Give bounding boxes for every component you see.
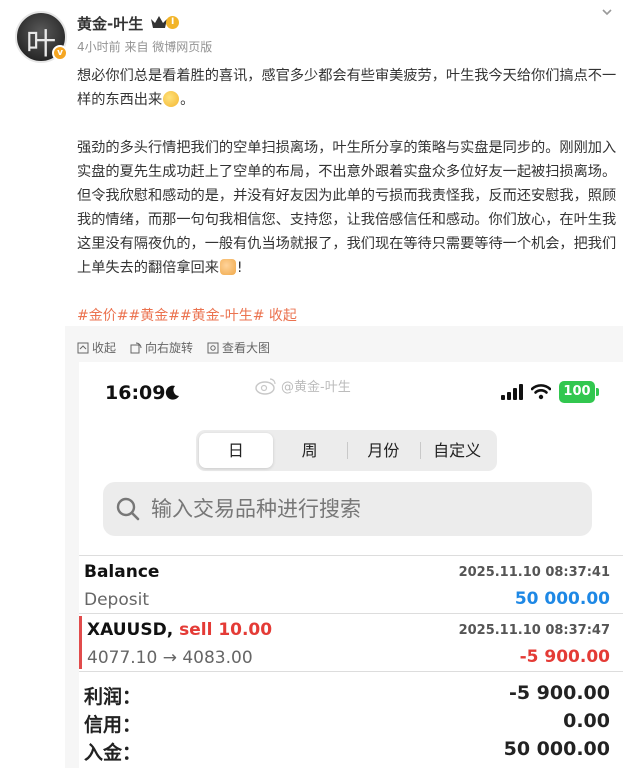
hashtags: #金价##黄金##黄金-叶生# 收起 — [77, 305, 297, 325]
summary-label: 信用： — [84, 714, 142, 736]
post-paragraph-1: 想必你们总是看着胜的喜讯，感官多少都会有些审美疲劳，叶生我今天给你们搞点不一样的… — [77, 68, 617, 108]
post-paragraph-2: 强劲的多头行情把我们的空单扫损离场，叶生所分享的策略与实盘是同步的。刚刚加入实盘… — [77, 140, 617, 276]
summary-block: 利润： -5 900.00 信用： 0.00 入金： 50 000.00 — [84, 682, 610, 766]
post-meta: 4小时前 来自 微博网页版 — [77, 38, 212, 55]
attached-screenshot[interactable]: 16:09 @黄金-叶生 100 日 周 月份 自定义 输入交易品种进行搜索 B… — [79, 362, 623, 768]
collapse-text-link[interactable]: 收起 — [269, 308, 297, 324]
summary-value: 0.00 — [563, 710, 610, 732]
fist-emoji-icon — [219, 259, 236, 275]
tab-custom[interactable]: 自定义 — [420, 433, 494, 468]
smirk-emoji-icon — [163, 91, 180, 107]
tab-week[interactable]: 周 — [273, 433, 347, 468]
row-amount: -5 900.00 — [519, 647, 610, 667]
battery-indicator: 100 — [559, 381, 599, 403]
magnify-icon — [207, 342, 219, 353]
hashtag-author[interactable]: #黄金-叶生# — [180, 308, 265, 324]
summary-value: -5 900.00 — [508, 682, 610, 704]
level-badge: Ⅰ — [166, 16, 180, 29]
hashtag-gold-price[interactable]: #金价# — [77, 308, 128, 324]
history-list: Balance Deposit 2025.11.10 08:37:41 50 0… — [79, 555, 623, 672]
row-subtitle: Deposit — [84, 590, 149, 610]
tab-day[interactable]: 日 — [199, 433, 273, 468]
view-large-image-button[interactable]: 查看大图 — [207, 339, 270, 356]
row-datetime: 2025.11.10 08:37:41 — [458, 565, 610, 580]
weibo-logo-icon — [255, 377, 276, 395]
trade-side: sell 10.00 — [179, 620, 273, 640]
history-row-trade[interactable]: XAUUSD, sell 10.00 4077.10 → 4083.00 202… — [79, 614, 623, 672]
summary-credit: 信用： 0.00 — [84, 710, 610, 738]
chevron-down-icon[interactable] — [601, 6, 613, 18]
image-toolbar: 收起 向右旋转 查看大图 — [77, 339, 270, 356]
row-title: XAUUSD, sell 10.00 — [87, 620, 272, 640]
wifi-icon — [531, 384, 551, 400]
collapse-icon — [77, 342, 89, 353]
weibo-post: 叶 v 黄金-叶生 Ⅰ 4小时前 来自 微博网页版 想必你们总是看着胜的喜讯，感… — [0, 0, 623, 768]
post-time: 4小时前 — [77, 40, 121, 54]
status-time: 16:09 — [105, 382, 166, 404]
moon-icon — [165, 385, 179, 400]
row-amount: 50 000.00 — [514, 589, 610, 609]
summary-profit: 利润： -5 900.00 — [84, 682, 610, 710]
author-name[interactable]: 黄金-叶生 — [77, 13, 143, 34]
post-source: 来自 微博网页版 — [124, 40, 213, 54]
row-subtitle: 4077.10 → 4083.00 — [87, 648, 253, 668]
history-row-balance[interactable]: Balance Deposit 2025.11.10 08:37:41 50 0… — [79, 556, 623, 614]
collapse-image-button[interactable]: 收起 — [77, 339, 116, 356]
post-text: 想必你们总是看着胜的喜讯，感官多少都会有些审美疲劳，叶生我今天给你们搞点不一样的… — [77, 64, 617, 304]
verified-badge-icon: v — [52, 45, 68, 61]
search-icon — [116, 497, 140, 521]
row-title: Balance — [84, 562, 160, 582]
signal-icon — [501, 384, 523, 400]
summary-label: 利润： — [84, 686, 142, 708]
search-input[interactable] — [151, 497, 571, 521]
rotate-image-button[interactable]: 向右旋转 — [130, 339, 193, 356]
watermark: @黄金-叶生 — [255, 376, 351, 395]
symbol-search-bar[interactable] — [103, 482, 592, 536]
period-segmented-control: 日 周 月份 自定义 — [196, 430, 497, 471]
rotate-icon — [130, 342, 142, 353]
summary-value: 50 000.00 — [503, 738, 610, 760]
row-datetime: 2025.11.10 08:37:47 — [458, 623, 610, 638]
summary-deposit: 入金： 50 000.00 — [84, 738, 610, 766]
hashtag-gold[interactable]: #黄金# — [128, 308, 179, 324]
trade-symbol: XAUUSD, — [87, 620, 180, 640]
summary-label: 入金： — [84, 742, 142, 764]
tab-month[interactable]: 月份 — [346, 433, 421, 468]
